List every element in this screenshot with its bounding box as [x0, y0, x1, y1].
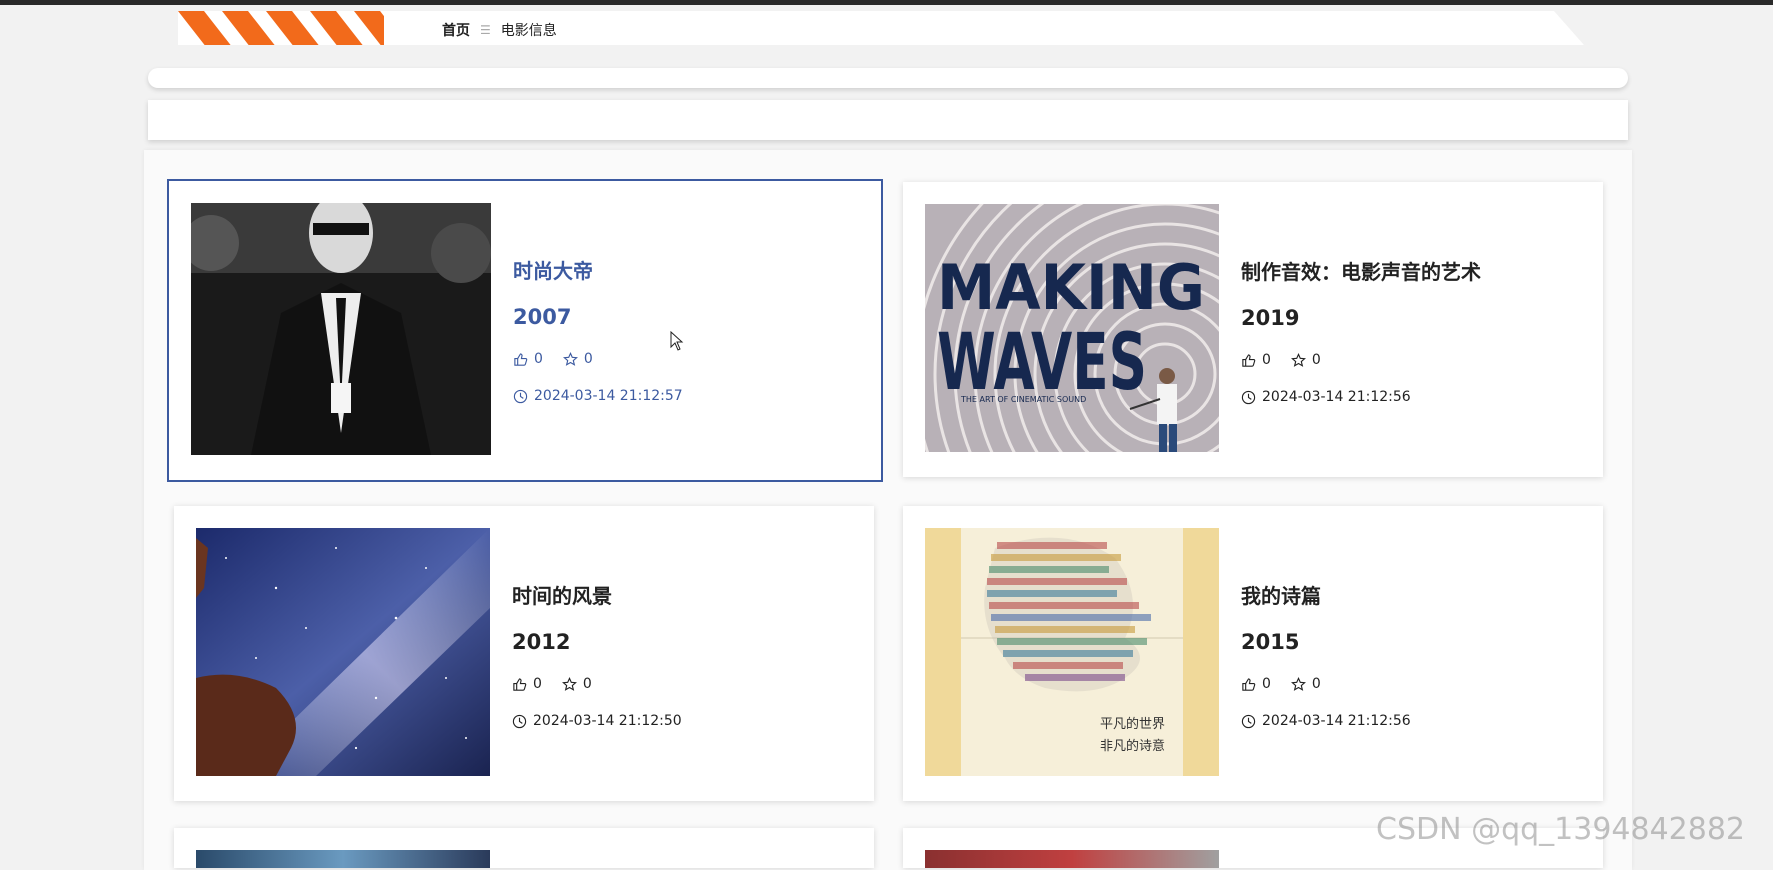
favorite-count: 0 — [1311, 676, 1321, 692]
poster-line2: 非凡的诗意 — [1100, 738, 1165, 754]
movie-poster[interactable] — [196, 850, 490, 868]
movie-title[interactable]: 时间的风景 — [512, 580, 612, 609]
star-icon[interactable] — [1290, 676, 1306, 692]
search-bar-placeholder — [148, 68, 1628, 88]
publish-time: 2024-03-14 21:12:56 — [1262, 389, 1411, 405]
thumbs-up-icon[interactable] — [512, 677, 527, 692]
movie-card[interactable]: MAKING WAVES THE ART OF CINEMATIC SOUND … — [903, 182, 1603, 477]
poster-title-line1: MAKING — [937, 251, 1205, 324]
movie-card[interactable]: 平凡的世界 非凡的诗意 我的诗篇 2015 0 0 2024-03-14 21:… — [903, 506, 1603, 801]
movie-year: 2015 — [1241, 630, 1300, 654]
movie-year: 2012 — [512, 630, 571, 654]
publish-time: 2024-03-14 21:12:50 — [533, 713, 682, 729]
breadcrumb-banner — [178, 11, 1584, 45]
mouse-cursor-icon — [670, 331, 684, 351]
movie-card[interactable]: 时尚大帝 2007 0 0 2024-03-14 21:12:57 — [167, 179, 883, 482]
movie-card[interactable]: 时间的风景 2012 0 0 2024-03-14 21:12:50 — [174, 506, 874, 801]
star-icon[interactable] — [562, 351, 578, 367]
star-icon[interactable] — [561, 676, 577, 692]
movie-poster[interactable] — [925, 850, 1219, 868]
clock-icon — [512, 714, 527, 728]
clock-icon — [513, 389, 528, 403]
favorite-count: 0 — [1311, 352, 1321, 368]
thumbs-up-icon[interactable] — [1241, 677, 1256, 692]
clock-icon — [1241, 390, 1256, 404]
breadcrumb-current: 电影信息 — [500, 23, 557, 39]
top-line — [0, 0, 1773, 5]
like-count: 0 — [534, 351, 543, 367]
breadcrumb-home-link[interactable]: 首页 — [442, 20, 470, 40]
watermark: CSDN @qq_1394842882 — [1376, 812, 1746, 847]
poster-tagline: THE ART OF CINEMATIC SOUND — [960, 395, 1086, 404]
movie-title[interactable]: 时尚大帝 — [513, 255, 593, 284]
movie-poster[interactable] — [191, 203, 491, 455]
favorite-count: 0 — [582, 676, 592, 692]
movie-year: 2007 — [513, 305, 572, 329]
clock-icon — [1241, 714, 1256, 728]
star-icon[interactable] — [1290, 352, 1306, 368]
publish-time: 2024-03-14 21:12:56 — [1262, 713, 1411, 729]
movie-year: 2019 — [1241, 306, 1300, 330]
favorite-count: 0 — [583, 351, 593, 367]
movie-poster[interactable]: MAKING WAVES THE ART OF CINEMATIC SOUND — [925, 204, 1219, 452]
filter-bar-placeholder — [148, 100, 1628, 140]
like-count: 0 — [533, 676, 542, 692]
poster-line1: 平凡的世界 — [1100, 716, 1165, 732]
movie-poster[interactable]: 平凡的世界 非凡的诗意 — [925, 528, 1219, 776]
movie-title[interactable]: 制作音效：电影声音的艺术 — [1241, 256, 1481, 285]
movie-title[interactable]: 我的诗篇 — [1241, 580, 1321, 609]
like-count: 0 — [1262, 676, 1271, 692]
breadcrumb: 首页 ☰ 电影信息 — [442, 20, 557, 40]
orange-stripes-decoration — [178, 11, 384, 45]
publish-time: 2024-03-14 21:12:57 — [534, 388, 683, 404]
breadcrumb-separator-icon: ☰ — [480, 23, 491, 37]
movie-card-partial[interactable] — [174, 828, 874, 868]
thumbs-up-icon[interactable] — [1241, 353, 1256, 368]
movie-poster[interactable] — [196, 528, 490, 776]
like-count: 0 — [1262, 352, 1271, 368]
thumbs-up-icon[interactable] — [513, 352, 528, 367]
